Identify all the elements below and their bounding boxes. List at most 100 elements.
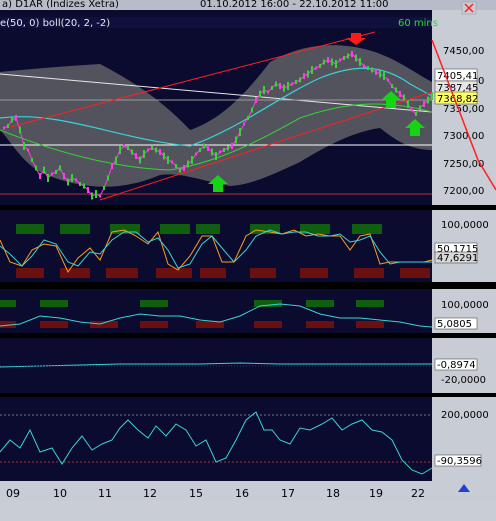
time-label-17: 17 — [281, 487, 295, 500]
candle — [387, 78, 389, 82]
candle — [379, 70, 381, 78]
chart-window: a) D1AR (Indizes Xetra) 01.10.2012 16:00… — [0, 0, 496, 521]
rsi-value: 5,0805 — [437, 319, 472, 330]
candle — [427, 96, 429, 104]
candle — [347, 53, 349, 59]
rsi-tick-top: 100,0000 — [441, 300, 489, 311]
time-label-11: 11 — [98, 487, 112, 500]
osc-value: -0,8974 — [437, 360, 476, 371]
candle — [391, 84, 393, 88]
candle — [415, 112, 417, 116]
candle — [111, 163, 113, 169]
candle — [187, 160, 189, 168]
candle — [307, 70, 309, 78]
indicator-label: e(50, 0) boll(20, 2, -2) — [0, 18, 110, 29]
candle — [419, 105, 421, 111]
price-tick-7350: 7350,00 — [443, 104, 484, 115]
candle — [151, 146, 153, 150]
candle — [287, 82, 289, 90]
price-tick-7300: 7300,00 — [443, 131, 484, 142]
candle — [59, 165, 61, 171]
candle — [67, 178, 69, 186]
candle — [371, 67, 373, 73]
candle — [195, 152, 197, 156]
candle — [399, 91, 401, 97]
candle — [395, 87, 397, 93]
candle — [423, 101, 425, 107]
candle — [331, 58, 333, 66]
candle — [171, 160, 173, 164]
candle — [255, 97, 257, 103]
time-label-22: 22 — [411, 487, 425, 500]
candle — [215, 152, 217, 160]
candle — [191, 156, 193, 164]
candle — [183, 165, 185, 171]
candle — [355, 54, 357, 62]
price-tag-1: 7405,41 — [437, 71, 478, 82]
candle — [319, 64, 321, 68]
candle — [259, 90, 261, 98]
candle — [75, 178, 77, 182]
candle — [139, 156, 141, 164]
candle — [251, 107, 253, 113]
candle — [159, 149, 161, 155]
candle — [335, 60, 337, 68]
candle — [407, 100, 409, 108]
candle — [83, 183, 85, 189]
candle — [167, 156, 169, 164]
time-label-10: 10 — [53, 487, 67, 500]
window-bottom-area — [0, 501, 496, 521]
candle — [263, 86, 265, 94]
candle — [199, 148, 201, 152]
window-close-icon[interactable] — [461, 1, 477, 15]
candle — [31, 158, 33, 162]
candle — [63, 173, 65, 179]
candle — [227, 145, 229, 151]
price-tick-7200: 7200,00 — [443, 186, 484, 197]
candle — [363, 64, 365, 68]
candle — [11, 117, 13, 123]
candle — [175, 164, 177, 168]
candle — [103, 186, 105, 190]
chart-canvas[interactable]: e(50, 0) boll(20, 2, -2) 60 mins 7450,00… — [0, 0, 496, 521]
candle — [267, 90, 269, 94]
time-label-18: 18 — [326, 487, 340, 500]
candle — [71, 174, 73, 182]
candle — [147, 148, 149, 152]
candle — [411, 108, 413, 112]
candle — [87, 187, 89, 193]
candle — [283, 84, 285, 92]
candle — [279, 83, 281, 89]
candle — [23, 142, 25, 150]
candle — [7, 124, 9, 128]
candle — [179, 167, 181, 173]
candle — [211, 148, 213, 156]
candle — [323, 59, 325, 65]
candle — [115, 156, 117, 164]
candle — [219, 150, 221, 154]
candle — [47, 174, 49, 182]
candle — [299, 77, 301, 83]
stoch-tick-top: 100,0000 — [441, 220, 489, 231]
candle — [367, 66, 369, 70]
time-label-16: 16 — [235, 487, 249, 500]
candle — [351, 51, 353, 57]
candle — [275, 81, 277, 87]
candle — [303, 73, 305, 79]
price-tick-7450: 7450,00 — [443, 46, 484, 57]
candle — [239, 128, 241, 136]
candle — [243, 122, 245, 126]
candle — [127, 146, 129, 150]
candle — [315, 66, 317, 70]
candle — [107, 175, 109, 181]
price-tag-3: 7368,82 — [437, 94, 478, 105]
candle — [51, 172, 53, 176]
candle — [247, 116, 249, 120]
time-label-12: 12 — [143, 487, 157, 500]
candle — [431, 92, 433, 100]
candle — [123, 144, 125, 148]
timeframe-label: 60 mins — [398, 18, 438, 29]
candle — [271, 86, 273, 90]
candle — [295, 80, 297, 84]
cci-panel[interactable] — [0, 397, 432, 481]
